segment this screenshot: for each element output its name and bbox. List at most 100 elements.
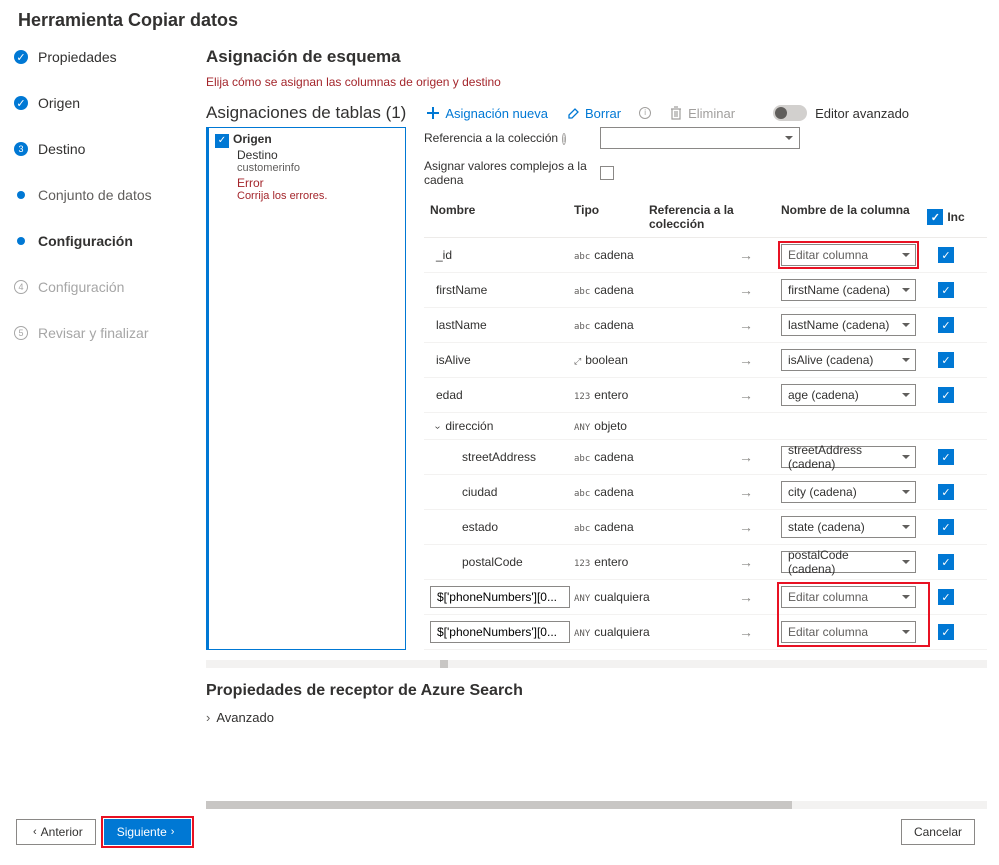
type-cell: ⤢boolean — [574, 353, 649, 367]
include-checkbox[interactable]: ✓ — [938, 519, 954, 535]
include-checkbox[interactable]: ✓ — [938, 484, 954, 500]
btn-label: Eliminar — [688, 106, 735, 121]
source-label: Origen — [233, 132, 272, 146]
type-cell: ANYcualquiera — [574, 590, 649, 604]
header-ref: Referencia a la colección — [649, 203, 739, 231]
schema-title: Asignación de esquema — [206, 47, 987, 67]
step-label: Conjunto de datos — [38, 187, 152, 203]
table-row: ANYcualquiera→Editar columna✓ — [424, 615, 987, 650]
type-cell: abccadena — [574, 450, 649, 464]
name-input[interactable] — [430, 586, 570, 608]
include-checkbox[interactable]: ✓ — [938, 624, 954, 640]
table-mapping-card[interactable]: ✓Origen Destino customerinfo Error Corri… — [206, 127, 406, 650]
include-checkbox[interactable]: ✓ — [938, 387, 954, 403]
chevron-left-icon: ‹ — [33, 826, 37, 838]
arrow-right-icon: → — [739, 247, 753, 263]
arrow-right-icon: → — [739, 589, 753, 605]
header-include[interactable]: ✓Inc — [926, 203, 966, 231]
include-checkbox[interactable]: ✓ — [938, 554, 954, 570]
step-label: Configuración — [38, 279, 124, 295]
name-input[interactable] — [430, 621, 570, 643]
name-text: _id — [430, 248, 452, 262]
include-checkbox[interactable]: ✓ — [938, 247, 954, 263]
plus-icon — [426, 106, 440, 120]
new-mapping-button[interactable]: Asignación nueva — [426, 106, 548, 121]
arrow-right-icon: → — [739, 554, 753, 570]
toggle-switch[interactable] — [773, 105, 807, 121]
chevron-right-icon: › — [206, 710, 210, 725]
step-properties[interactable]: Propiedades — [14, 49, 200, 65]
arrow-right-icon: → — [739, 484, 753, 500]
name-text: streetAddress — [430, 450, 536, 464]
step-label: Origen — [38, 95, 80, 111]
table-row: ›direcciónANYobjeto — [424, 413, 987, 440]
arrow-right-icon: → — [739, 282, 753, 298]
column-select[interactable]: Editar columna — [781, 244, 916, 266]
complex-values-label: Asignar valores complejos a la cadena — [424, 159, 600, 187]
hscroll-main[interactable] — [206, 801, 987, 809]
type-cell: ANYobjeto — [574, 419, 649, 433]
fix-label: Corrija los errores. — [215, 190, 399, 202]
name-text: firstName — [430, 283, 487, 297]
column-select[interactable]: state (cadena) — [781, 516, 916, 538]
delete-button: Eliminar — [669, 106, 735, 121]
column-select[interactable]: lastName (cadena) — [781, 314, 916, 336]
advanced-editor-toggle[interactable]: Editor avanzado — [773, 105, 909, 121]
include-checkbox[interactable]: ✓ — [938, 282, 954, 298]
step-label: Revisar y finalizar — [38, 325, 148, 341]
include-checkbox[interactable]: ✓ — [938, 352, 954, 368]
name-text: ciudad — [430, 485, 497, 499]
column-select[interactable]: isAlive (cadena) — [781, 349, 916, 371]
arrow-right-icon: → — [739, 519, 753, 535]
type-cell: 123entero — [574, 555, 649, 569]
arrow-right-icon: → — [739, 387, 753, 403]
table-row: postalCode123entero→postalCode (cadena)✓ — [424, 545, 987, 580]
table-row: lastNameabccadena→lastName (cadena)✓ — [424, 308, 987, 343]
step-label: Propiedades — [38, 49, 117, 65]
cancel-button[interactable]: Cancelar — [901, 819, 975, 845]
check-icon[interactable]: ✓ — [927, 209, 943, 225]
header-type: Tipo — [574, 203, 649, 231]
clear-button[interactable]: Borrar — [566, 106, 621, 121]
btn-label: Asignación nueva — [445, 106, 548, 121]
next-button[interactable]: Siguiente› — [104, 819, 192, 845]
name-text: edad — [430, 388, 463, 402]
column-select[interactable]: postalCode (cadena) — [781, 551, 916, 573]
hscroll[interactable] — [206, 660, 987, 668]
info-icon: i — [639, 107, 651, 119]
step-dataset[interactable]: Conjunto de datos — [14, 187, 200, 203]
step-configuration[interactable]: Configuración — [14, 233, 200, 249]
step-source[interactable]: Origen — [14, 95, 200, 111]
column-select[interactable]: age (cadena) — [781, 384, 916, 406]
type-cell: 123entero — [574, 388, 649, 402]
table-mappings-title: Asignaciones de tablas (1) — [206, 103, 406, 123]
table-row: edad 123entero → age (cadena) ✓ — [424, 378, 987, 413]
prev-button[interactable]: ‹Anterior — [16, 819, 96, 845]
column-select[interactable]: city (cadena) — [781, 481, 916, 503]
page-title: Herramienta Copiar datos — [0, 0, 999, 39]
advanced-expander[interactable]: ›Avanzado — [206, 710, 987, 725]
chevron-right-icon: › — [171, 826, 175, 838]
schema-subtitle: Elija cómo se asignan las columnas de or… — [206, 75, 987, 89]
column-select[interactable]: streetAddress (cadena) — [781, 446, 916, 468]
include-checkbox[interactable]: ✓ — [938, 449, 954, 465]
collection-ref-select[interactable] — [600, 127, 800, 149]
table-row: streetAddress abccadena → streetAddress (ca… — [424, 440, 987, 475]
btn-label: Borrar — [585, 106, 621, 121]
include-checkbox[interactable]: ✓ — [938, 317, 954, 333]
column-select[interactable]: Editar columna — [781, 586, 916, 608]
complex-values-checkbox[interactable] — [600, 166, 614, 180]
step-config2: 4Configuración — [14, 279, 200, 295]
trash-icon — [669, 106, 683, 120]
info-icon: i — [562, 133, 566, 145]
table-row: isAlive⤢boolean→isAlive (cadena)✓ — [424, 343, 987, 378]
arrow-right-icon: → — [739, 449, 753, 465]
chevron-down-icon[interactable]: › — [432, 426, 443, 429]
header-column: Nombre de la columna — [781, 203, 926, 231]
column-select[interactable]: Editar columna — [781, 621, 916, 643]
header-name: Nombre — [424, 203, 574, 231]
step-destination[interactable]: 3Destino — [14, 141, 200, 157]
column-select[interactable]: firstName (cadena) — [781, 279, 916, 301]
table-row: _idabccadena→Editar columna✓ — [424, 238, 987, 273]
include-checkbox[interactable]: ✓ — [938, 589, 954, 605]
